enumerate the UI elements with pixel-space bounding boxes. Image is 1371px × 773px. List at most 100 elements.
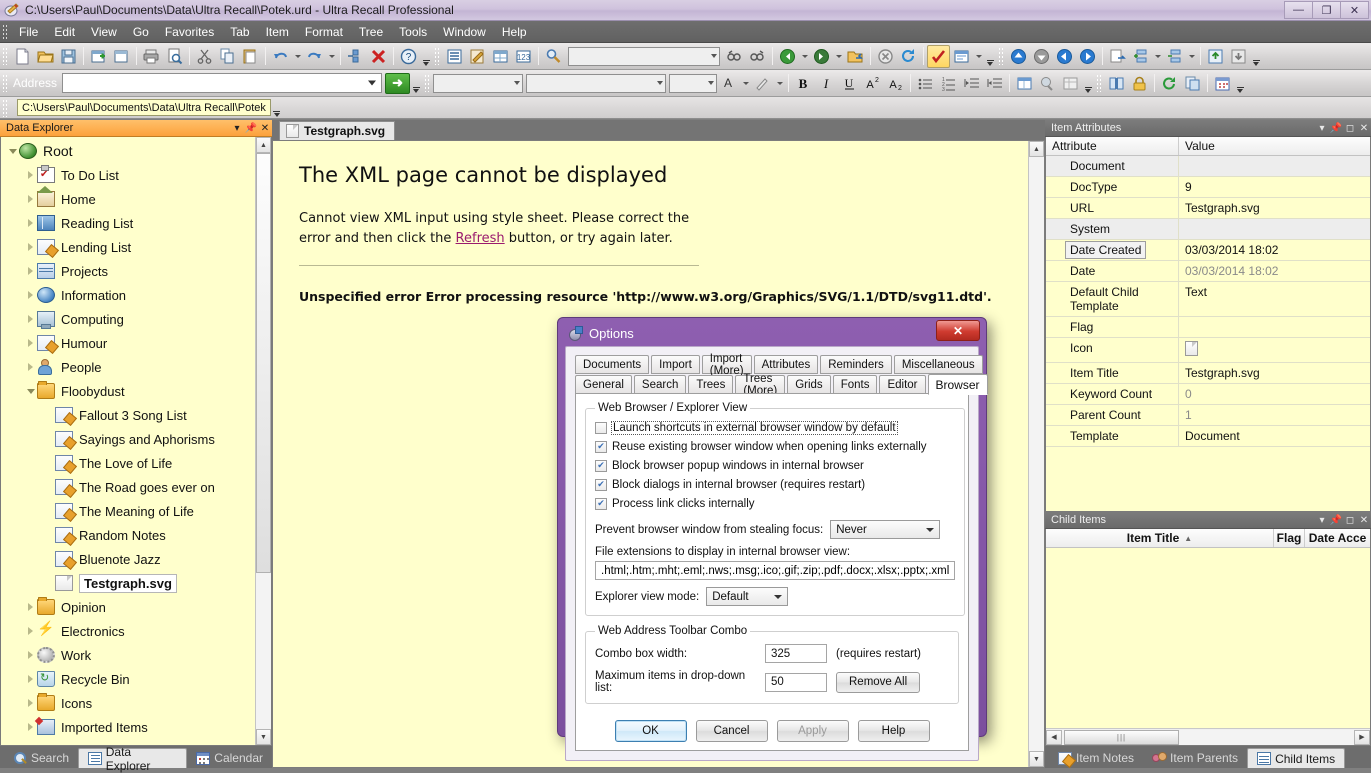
file-extensions-input[interactable]: .html;.htm;.mht;.eml;.nws;.msg;.ico;.gif… bbox=[595, 561, 955, 580]
options-tab-attributes[interactable]: Attributes bbox=[754, 355, 819, 374]
font-color-icon[interactable]: A bbox=[717, 72, 740, 95]
font-style-select[interactable] bbox=[526, 74, 666, 93]
column-header-value[interactable]: Value bbox=[1179, 137, 1370, 155]
options-tab-import[interactable]: Import bbox=[651, 355, 700, 374]
tree-node[interactable]: Icons bbox=[1, 691, 255, 715]
increase-indent-icon[interactable] bbox=[983, 72, 1006, 95]
options-tab-trees-more[interactable]: Trees (More) bbox=[735, 375, 785, 394]
undo-icon[interactable] bbox=[269, 45, 292, 68]
checkbox-row-block-popups[interactable]: Block browser popup windows in internal … bbox=[595, 456, 955, 475]
attribute-value-cell[interactable]: Testgraph.svg bbox=[1179, 198, 1370, 218]
attribute-row[interactable]: TemplateDocument bbox=[1046, 426, 1370, 447]
dock-tab-data-explorer[interactable]: Data Explorer bbox=[78, 748, 187, 768]
scroll-right-arrow-icon[interactable]: ▶ bbox=[1354, 730, 1370, 745]
explorer-view-mode-select[interactable]: Default bbox=[706, 587, 788, 606]
scroll-track[interactable] bbox=[256, 153, 271, 729]
promote-icon[interactable] bbox=[1204, 45, 1227, 68]
pin-icon[interactable]: 📌 bbox=[1329, 121, 1343, 135]
tree-node[interactable]: Root bbox=[1, 139, 255, 163]
options-tab-documents[interactable]: Documents bbox=[575, 355, 649, 374]
sync-icon[interactable] bbox=[1158, 72, 1181, 95]
toolbar-overflow-button-2[interactable] bbox=[984, 45, 996, 68]
options-dialog[interactable]: Options ✕ Documents Import Import (More)… bbox=[557, 317, 987, 737]
attribute-row[interactable]: URLTestgraph.svg bbox=[1046, 198, 1370, 219]
options-tab-editor[interactable]: Editor bbox=[879, 375, 925, 394]
tree-node[interactable]: Work bbox=[1, 643, 255, 667]
attribute-row[interactable]: Icon bbox=[1046, 338, 1370, 363]
attribute-value-cell[interactable] bbox=[1179, 338, 1370, 362]
scroll-up-arrow-icon[interactable]: ▲ bbox=[256, 137, 271, 153]
format-overflow-button[interactable] bbox=[1082, 72, 1094, 95]
scroll-down-arrow-icon[interactable]: ▼ bbox=[1029, 751, 1044, 767]
close-button[interactable]: ✕ bbox=[1340, 1, 1369, 19]
demote-icon[interactable] bbox=[1227, 45, 1250, 68]
attribute-row[interactable]: Parent Count1 bbox=[1046, 405, 1370, 426]
attribute-name-cell[interactable]: Flag bbox=[1046, 317, 1179, 337]
redo-dropdown-icon[interactable] bbox=[326, 45, 337, 68]
menu-item-tab[interactable]: Tab bbox=[222, 23, 257, 41]
toolbar-overflow-button-3[interactable] bbox=[1250, 45, 1262, 68]
window-controls[interactable]: — ❐ ✕ bbox=[1285, 1, 1369, 19]
move-left-icon[interactable] bbox=[1053, 45, 1076, 68]
move-down-icon[interactable] bbox=[1030, 45, 1053, 68]
font-size-select[interactable] bbox=[669, 74, 717, 93]
scroll-thumb[interactable] bbox=[256, 153, 271, 573]
highlight-dropdown-icon[interactable] bbox=[774, 72, 785, 95]
find-next-icon[interactable] bbox=[746, 45, 769, 68]
menu-item-view[interactable]: View bbox=[83, 23, 125, 41]
forward-icon[interactable] bbox=[810, 45, 833, 68]
attribute-name-cell[interactable]: Keyword Count bbox=[1046, 384, 1179, 404]
attribute-row[interactable]: Document bbox=[1046, 156, 1370, 177]
item-attributes-rows[interactable]: DocumentDocType9URLTestgraph.svgSystemDa… bbox=[1046, 156, 1370, 511]
chevron-down-icon[interactable] bbox=[657, 81, 663, 85]
tree-node[interactable]: The Love of Life bbox=[1, 451, 255, 475]
launch-shortcuts-checkbox[interactable] bbox=[595, 422, 607, 434]
menu-item-help[interactable]: Help bbox=[494, 23, 535, 41]
maximize-button[interactable]: ❐ bbox=[1312, 1, 1341, 19]
attribute-name-cell[interactable]: Parent Count bbox=[1046, 405, 1179, 425]
menu-item-go[interactable]: Go bbox=[125, 23, 157, 41]
document-vertical-scrollbar[interactable]: ▲ ▼ bbox=[1028, 141, 1044, 767]
collapse-arrow-icon[interactable] bbox=[7, 146, 18, 157]
tree-node[interactable]: Fallout 3 Song List bbox=[1, 403, 255, 427]
tree-node[interactable]: Lending List bbox=[1, 235, 255, 259]
address-go-button[interactable]: ➜ bbox=[385, 73, 410, 94]
duplicate-icon[interactable] bbox=[1181, 72, 1204, 95]
toolbar-search-input[interactable] bbox=[568, 47, 720, 66]
scroll-up-arrow-icon[interactable]: ▲ bbox=[1029, 141, 1044, 157]
expand-arrow-icon[interactable] bbox=[25, 602, 36, 613]
maximize-icon[interactable]: ◻ bbox=[1343, 121, 1357, 135]
cancel-button[interactable]: Cancel bbox=[696, 720, 768, 742]
export-icon[interactable] bbox=[1106, 45, 1129, 68]
attribute-row[interactable]: DocType9 bbox=[1046, 177, 1370, 198]
column-header-date-accessed[interactable]: Date Acce bbox=[1305, 529, 1370, 547]
column-header-item-title[interactable]: Item Title ▲ bbox=[1046, 529, 1274, 547]
expand-arrow-icon[interactable] bbox=[25, 698, 36, 709]
toolbar-grip-tree[interactable] bbox=[998, 47, 1004, 65]
address-input[interactable] bbox=[62, 73, 382, 93]
reading-list-dropdown-icon[interactable] bbox=[973, 45, 984, 68]
chevron-down-icon[interactable] bbox=[514, 81, 520, 85]
save-icon[interactable] bbox=[57, 45, 80, 68]
tree-node[interactable]: Testgraph.svg bbox=[1, 571, 255, 595]
new-item-icon[interactable] bbox=[87, 45, 110, 68]
redo-icon[interactable] bbox=[303, 45, 326, 68]
tree-node[interactable]: Opinion bbox=[1, 595, 255, 619]
attribute-row[interactable]: Default Child TemplateText bbox=[1046, 282, 1370, 317]
copy-icon[interactable] bbox=[216, 45, 239, 68]
options-close-button[interactable]: ✕ bbox=[936, 320, 980, 341]
close-icon[interactable]: ✕ bbox=[1357, 513, 1371, 527]
expand-arrow-icon[interactable] bbox=[25, 194, 36, 205]
path-overflow-button[interactable] bbox=[271, 96, 283, 119]
child-items-rows[interactable] bbox=[1046, 548, 1370, 728]
tree-node[interactable]: Information bbox=[1, 283, 255, 307]
expand-arrow-icon[interactable] bbox=[25, 362, 36, 373]
move-up-icon[interactable] bbox=[1007, 45, 1030, 68]
attribute-name-cell[interactable]: Icon bbox=[1046, 338, 1179, 362]
attribute-row[interactable]: System bbox=[1046, 219, 1370, 240]
refresh-icon[interactable] bbox=[897, 45, 920, 68]
delete-icon[interactable] bbox=[367, 45, 390, 68]
new-document-icon[interactable] bbox=[11, 45, 34, 68]
attribute-value-cell[interactable]: 03/03/2014 18:02 bbox=[1179, 240, 1370, 260]
tree-node[interactable]: Electronics bbox=[1, 619, 255, 643]
